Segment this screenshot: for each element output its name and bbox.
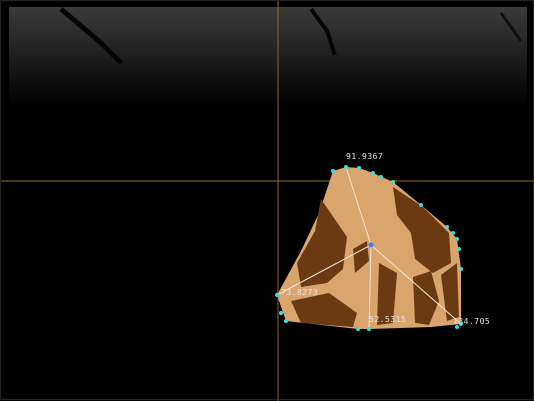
hull-vertex[interactable] (284, 319, 288, 323)
hull-vertex[interactable] (451, 231, 455, 235)
measure-label-top: 91.9367 (346, 152, 383, 161)
hull-vertex[interactable] (445, 225, 449, 229)
hull-vertex[interactable] (279, 311, 283, 315)
measure-label-right: 134.705 (453, 317, 490, 326)
analysis-canvas[interactable]: 91.9367 73.8273 52.5315 134.705 (1, 1, 534, 401)
measure-label-left: 73.8273 (281, 288, 318, 297)
centroid-point[interactable] (368, 242, 374, 248)
hull-vertex[interactable] (275, 293, 279, 297)
hull-vertex[interactable] (344, 165, 348, 169)
hull-vertex[interactable] (455, 237, 459, 241)
hull-vertex[interactable] (371, 171, 375, 175)
hull-vertex[interactable] (419, 203, 423, 207)
hull-vertex[interactable] (331, 169, 335, 173)
hull-vertex[interactable] (367, 327, 371, 331)
hull-vertex[interactable] (379, 175, 383, 179)
hull-vertex[interactable] (391, 180, 395, 184)
measure-label-bottom: 52.5315 (369, 315, 406, 324)
image-viewport[interactable]: 91.9367 73.8273 52.5315 134.705 (0, 0, 534, 401)
hull-vertex[interactable] (356, 327, 360, 331)
hull-vertex[interactable] (459, 267, 463, 271)
hull-vertex[interactable] (357, 166, 361, 170)
hull-vertex[interactable] (457, 247, 461, 251)
